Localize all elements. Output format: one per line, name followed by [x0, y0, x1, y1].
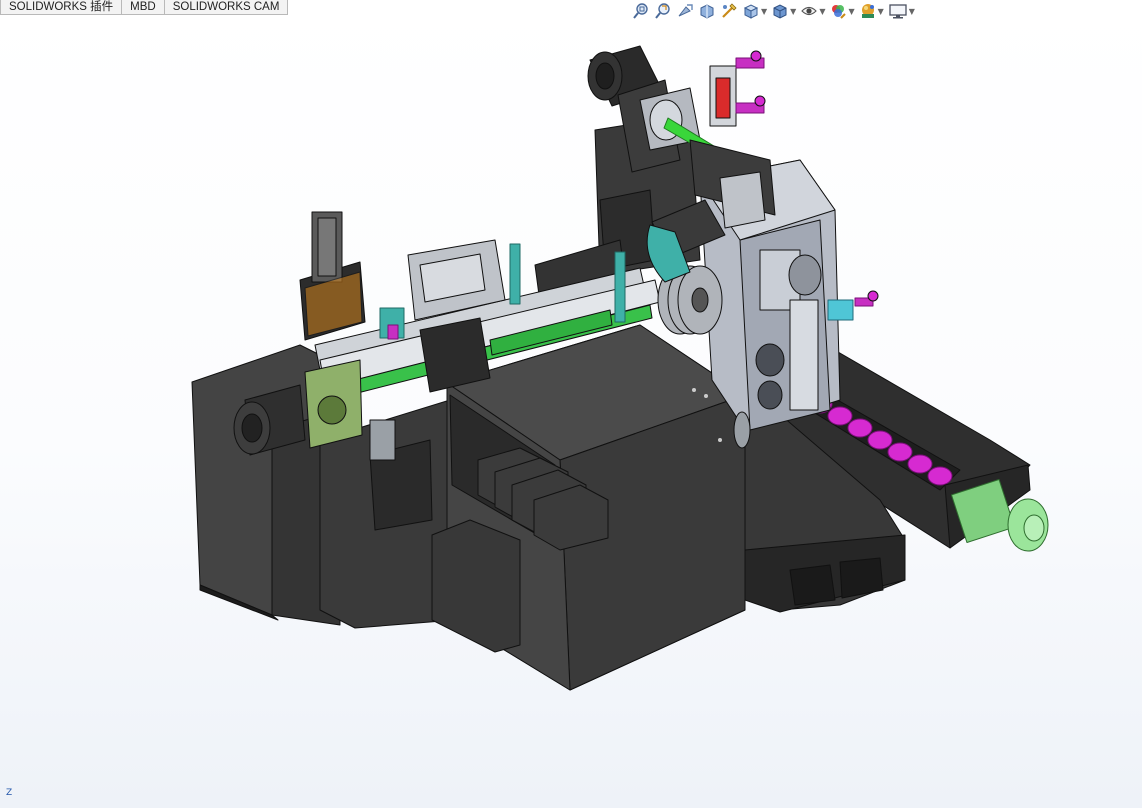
chevron-down-icon: ▼: [761, 6, 768, 16]
chevron-down-icon: ▼: [908, 6, 915, 16]
view-orientation-button[interactable]: ▼: [742, 2, 767, 20]
chevron-down-icon: ▼: [790, 6, 797, 16]
view-settings-icon: [889, 4, 907, 19]
section-view-icon: [700, 4, 714, 19]
edit-appearance-button[interactable]: ▼: [829, 2, 855, 20]
zoom-to-area-button[interactable]: [654, 2, 672, 20]
graphics-area[interactable]: [0, 24, 1142, 794]
view-orientation-icon: [743, 4, 759, 19]
chevron-down-icon: ▼: [819, 6, 826, 16]
zoom-to-area-icon: [655, 3, 670, 19]
hide-show-items-icon: [801, 6, 818, 16]
view-settings-button[interactable]: ▼: [888, 2, 915, 20]
hide-show-items-button[interactable]: ▼: [800, 2, 825, 20]
heads-up-view-toolbar: ▼ ▼ ▼ ▼ ▼ ▼: [632, 0, 919, 22]
command-manager-tabs: SOLIDWORKS 插件 MBD SOLIDWORKS CAM: [0, 0, 289, 16]
chevron-down-icon: ▼: [848, 6, 855, 16]
zoom-to-fit-icon: [633, 3, 648, 19]
tab-solidworks-cam[interactable]: SOLIDWORKS CAM: [163, 0, 289, 15]
machine-assembly[interactable]: [191, 45, 1049, 691]
edit-appearance-icon: [832, 5, 847, 19]
triad-z-axis-label: Z: [6, 788, 13, 798]
pneumatic-cylinder: [709, 50, 766, 127]
previous-view-button[interactable]: [676, 2, 694, 20]
conveyor-motor: [950, 478, 1049, 552]
apply-scene-button[interactable]: ▼: [859, 2, 884, 20]
section-view-button[interactable]: [698, 2, 716, 20]
orientation-triad: Z: [6, 788, 12, 798]
dynamic-annotation-views-button[interactable]: [720, 2, 738, 20]
apply-scene-icon: [861, 4, 874, 18]
tab-mbd[interactable]: MBD: [121, 0, 165, 15]
display-style-icon: [773, 4, 787, 19]
zoom-to-fit-button[interactable]: [632, 2, 650, 20]
previous-view-icon: [678, 4, 693, 17]
tab-solidworks-addins[interactable]: SOLIDWORKS 插件: [0, 0, 123, 15]
dynamic-annotation-views-icon: [722, 3, 737, 18]
chevron-down-icon: ▼: [877, 6, 884, 16]
display-style-button[interactable]: ▼: [771, 2, 796, 20]
